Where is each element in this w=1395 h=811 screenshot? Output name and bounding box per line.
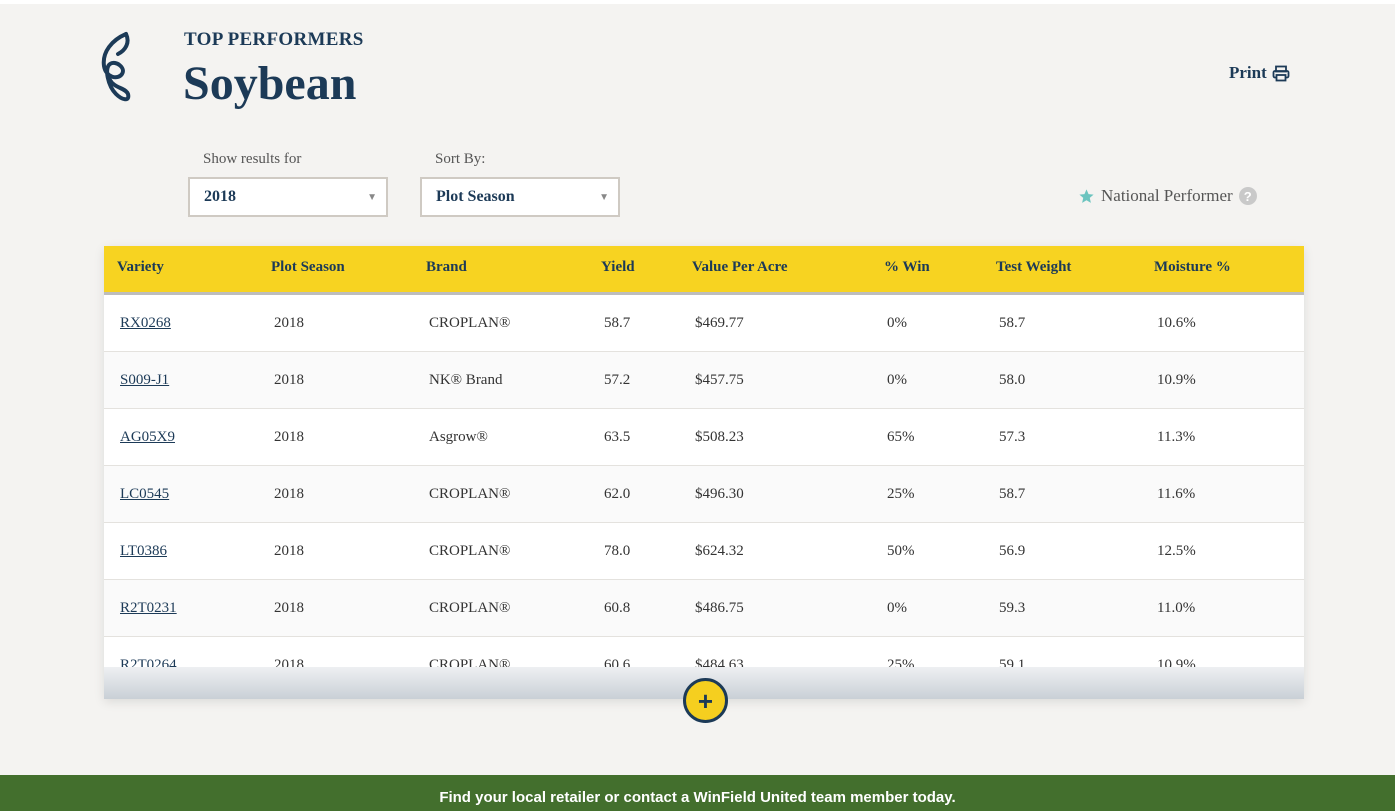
cell-plot-season: 2018: [274, 657, 304, 667]
cell-win: 25%: [887, 657, 915, 667]
cell-yield: 78.0: [604, 543, 631, 559]
cell-yield: 63.5: [604, 429, 631, 445]
table-row: LT0386 2018 CROPLAN® 78.0 $624.32 50% 56…: [104, 523, 1304, 580]
cell-yield: 57.2: [604, 372, 631, 388]
table-row: S009-J1 2018 NK® Brand 57.2 $457.75 0% 5…: [104, 352, 1304, 409]
cell-yield: 62.0: [604, 486, 631, 502]
cell-yield: 60.6: [604, 657, 631, 667]
soybean-logo-icon: [101, 32, 131, 102]
column-header-variety[interactable]: Variety: [117, 259, 164, 276]
cell-test-weight: 58.0: [999, 372, 1026, 388]
print-label: Print: [1229, 63, 1267, 82]
cell-brand: Asgrow®: [429, 429, 488, 445]
cell-plot-season: 2018: [274, 429, 304, 445]
table-body: RX0268 2018 CROPLAN® 58.7 $469.77 0% 58.…: [104, 295, 1304, 667]
table-row: LC0545 2018 CROPLAN® 62.0 $496.30 25% 58…: [104, 466, 1304, 523]
column-header-brand[interactable]: Brand: [426, 259, 467, 276]
column-header-win[interactable]: % Win: [884, 259, 930, 276]
caret-down-icon: ▼: [367, 192, 377, 203]
variety-link[interactable]: R2T0231: [120, 600, 177, 617]
expand-table-button[interactable]: +: [683, 678, 728, 723]
cell-win: 50%: [887, 543, 915, 559]
cell-moisture: 11.3%: [1157, 429, 1196, 445]
cell-value-per-acre: $496.30: [695, 486, 744, 502]
column-header-yield[interactable]: Yield: [601, 259, 635, 276]
cell-brand: NK® Brand: [429, 372, 503, 388]
top-strip: [0, 0, 1395, 4]
table-row: R2T0231 2018 CROPLAN® 60.8 $486.75 0% 59…: [104, 580, 1304, 637]
column-header-moisture[interactable]: Moisture %: [1154, 259, 1231, 276]
printer-icon: [1272, 65, 1290, 81]
cell-plot-season: 2018: [274, 486, 304, 502]
cell-plot-season: 2018: [274, 600, 304, 616]
variety-link[interactable]: AG05X9: [120, 429, 175, 446]
results-year-select[interactable]: 2018 ▼: [188, 177, 388, 217]
variety-link[interactable]: R2T0264: [120, 657, 177, 667]
table-row: AG05X9 2018 Asgrow® 63.5 $508.23 65% 57.…: [104, 409, 1304, 466]
cell-yield: 60.8: [604, 600, 631, 616]
cell-plot-season: 2018: [274, 543, 304, 559]
sort-by-label: Sort By:: [435, 151, 486, 167]
cell-moisture: 11.0%: [1157, 600, 1196, 616]
cell-test-weight: 57.3: [999, 429, 1026, 445]
cell-test-weight: 56.9: [999, 543, 1026, 559]
variety-link[interactable]: RX0268: [120, 315, 171, 332]
cell-win: 0%: [887, 372, 907, 388]
cell-brand: CROPLAN®: [429, 315, 511, 331]
cell-win: 65%: [887, 429, 915, 445]
cell-brand: CROPLAN®: [429, 657, 511, 667]
cell-moisture: 10.9%: [1157, 372, 1196, 388]
help-icon[interactable]: ?: [1238, 187, 1257, 205]
cell-plot-season: 2018: [274, 315, 304, 331]
sort-by-select[interactable]: Plot Season ▼: [420, 177, 620, 217]
results-table: Variety Plot Season Brand Yield Value Pe…: [104, 246, 1304, 699]
cell-win: 0%: [887, 315, 907, 331]
national-performer-legend: National Performer ?: [1078, 186, 1257, 206]
cell-test-weight: 58.7: [999, 486, 1026, 502]
cell-moisture: 10.6%: [1157, 315, 1196, 331]
cell-win: 0%: [887, 600, 907, 616]
column-header-plot-season[interactable]: Plot Season: [271, 259, 345, 276]
footer-banner[interactable]: Find your local retailer or contact a Wi…: [0, 775, 1395, 811]
cell-value-per-acre: $624.32: [695, 543, 744, 559]
caret-down-icon: ▼: [599, 192, 609, 203]
cell-test-weight: 59.3: [999, 600, 1026, 616]
cell-moisture: 12.5%: [1157, 543, 1196, 559]
cell-test-weight: 59.1: [999, 657, 1026, 667]
cell-moisture: 11.6%: [1157, 486, 1196, 502]
national-performer-label: National Performer: [1101, 186, 1233, 205]
results-filter-label: Show results for: [203, 151, 302, 167]
cell-plot-season: 2018: [274, 372, 304, 388]
cell-brand: CROPLAN®: [429, 543, 511, 559]
results-year-value: 2018: [204, 188, 236, 205]
cell-test-weight: 58.7: [999, 315, 1026, 331]
plus-icon: +: [697, 685, 714, 716]
variety-link[interactable]: LT0386: [120, 543, 167, 560]
sort-by-value: Plot Season: [436, 188, 515, 205]
cell-win: 25%: [887, 486, 915, 502]
cell-value-per-acre: $469.77: [695, 315, 744, 331]
star-icon: [1079, 188, 1094, 203]
page-eyebrow: TOP PERFORMERS: [184, 29, 364, 50]
table-row: R2T0264 2018 CROPLAN® 60.6 $484.63 25% 5…: [104, 637, 1304, 667]
footer-text[interactable]: Find your local retailer or contact a Wi…: [439, 789, 955, 806]
table-header: Variety Plot Season Brand Yield Value Pe…: [104, 246, 1304, 295]
cell-moisture: 10.9%: [1157, 657, 1196, 667]
cell-value-per-acre: $486.75: [695, 600, 744, 616]
cell-value-per-acre: $508.23: [695, 429, 744, 445]
cell-value-per-acre: $484.63: [695, 657, 744, 667]
cell-brand: CROPLAN®: [429, 600, 511, 616]
table-row: RX0268 2018 CROPLAN® 58.7 $469.77 0% 58.…: [104, 295, 1304, 352]
cell-yield: 58.7: [604, 315, 631, 331]
print-button[interactable]: Print: [1229, 63, 1290, 83]
page-title: Soybean: [183, 57, 357, 110]
cell-value-per-acre: $457.75: [695, 372, 744, 388]
variety-link[interactable]: LC0545: [120, 486, 169, 503]
column-header-value-per-acre[interactable]: Value Per Acre: [692, 259, 788, 276]
column-header-test-weight[interactable]: Test Weight: [996, 259, 1071, 276]
cell-brand: CROPLAN®: [429, 486, 511, 502]
variety-link[interactable]: S009-J1: [120, 372, 169, 389]
